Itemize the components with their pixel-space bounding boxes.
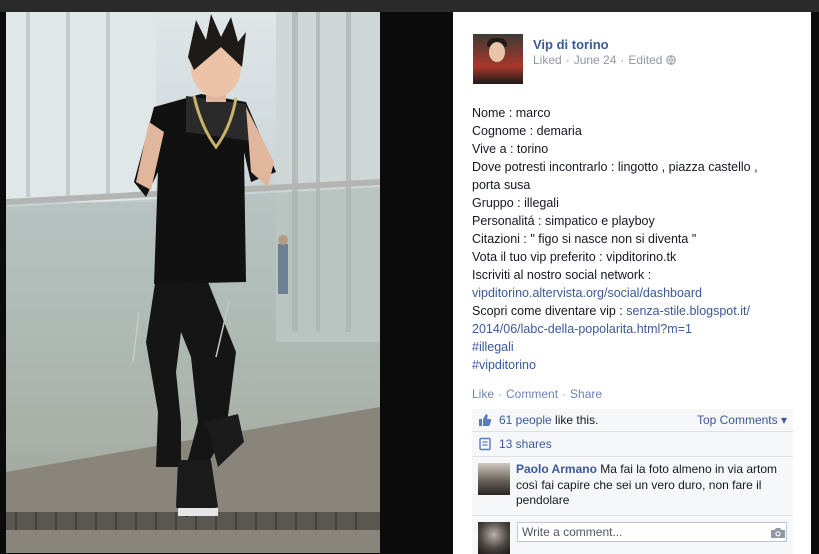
backdrop-strip [0,0,819,12]
post-date[interactable]: June 24 [574,53,617,67]
diventare-prefix: Scopri come diventare vip : [472,304,627,318]
post-line-dove-cont: porta susa [472,178,531,192]
photo-illustration [6,12,380,553]
post-line-citazioni: Citazioni : " figo si nasce non si diven… [472,232,697,246]
hashtag-illegali[interactable]: #illegali [472,340,514,354]
camera-icon[interactable] [770,527,786,539]
post-actions: Like · Comment · Share [472,387,603,401]
post-line-personalita: Personalitá : simpatico e playboy [472,214,655,228]
post-line-dove: Dove potresti incontrarlo : lingotto , p… [472,160,758,174]
post-line-iscriviti: Iscriviti al nostro social network : [472,268,652,282]
page-avatar[interactable] [473,34,523,84]
liked-status: Liked [533,53,562,67]
share-button[interactable]: Share [570,387,602,401]
post-line-cognome: Cognome : demaria [472,124,582,138]
comment-composer [472,515,793,554]
shares-row: 13 shares [472,432,793,457]
likes-suffix: like this. [551,413,599,427]
post-meta: Liked · June 24 · Edited [533,53,677,67]
edited-label[interactable]: Edited [628,53,662,67]
like-button[interactable]: Like [472,387,494,401]
globe-icon [666,55,677,65]
commenter-avatar[interactable] [478,463,510,495]
post-line-nome: Nome : marco [472,106,551,120]
share-icon [479,437,491,451]
current-user-avatar [478,522,510,554]
hashtag-vipditorino[interactable]: #vipditorino [472,358,536,372]
post-line-vota: Vota il tuo vip preferito : vipditorino.… [472,250,677,264]
comment-item: Paolo Armano Ma fai la foto almeno in vi… [472,457,793,513]
post-sidebar: Vip di torino Liked · June 24 · Edited Nome … [453,12,811,554]
commenter-name[interactable]: Paolo Armano [516,462,597,476]
likes-row: 61 people like this. Top Comments ▾ [472,409,793,432]
post-photo[interactable] [6,12,380,553]
comment-body: Paolo Armano Ma fai la foto almeno in vi… [516,462,790,509]
shares-link[interactable]: 13 shares [499,437,552,451]
feedback-panel: 61 people like this. Top Comments ▾ 13 s… [472,409,793,554]
social-network-link[interactable]: vipditorino.altervista.org/social/dashbo… [472,286,702,300]
page-name-link[interactable]: Vip di torino [533,37,609,52]
blog-link-part1[interactable]: senza-stile.blogspot.it/ [626,304,750,318]
blog-link-part2[interactable]: 2014/06/labc-della-popolarita.html?m=1 [472,322,692,336]
comment-button[interactable]: Comment [506,387,558,401]
comment-input[interactable] [517,522,787,542]
top-comments-dropdown[interactable]: Top Comments ▾ [697,413,787,427]
post-text: Nome : marco Cognome : demaria Vive a : … [472,104,802,374]
likes-count-link[interactable]: 61 people [499,413,552,427]
post-line-gruppo: Gruppo : illegali [472,196,559,210]
post-line-vive: Vive a : torino [472,142,549,156]
thumbs-up-icon [479,414,492,426]
avatar-face [489,42,505,62]
